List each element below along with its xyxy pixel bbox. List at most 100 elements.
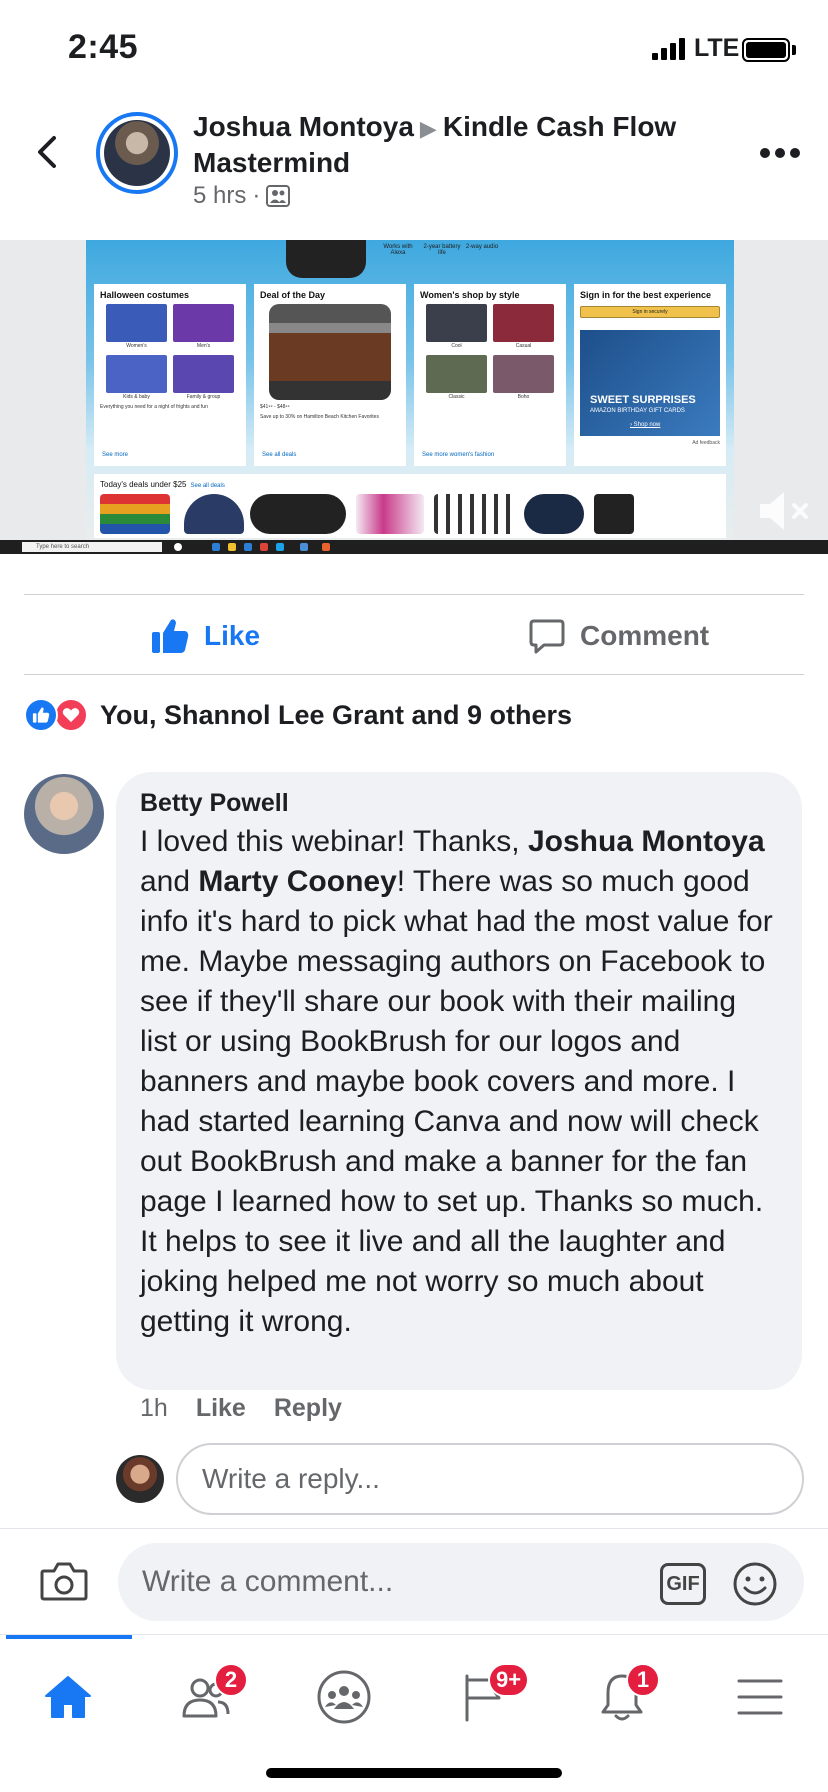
deal-product-image xyxy=(434,494,514,534)
tab-menu[interactable] xyxy=(716,1653,804,1741)
comment-time: 1h xyxy=(140,1394,168,1422)
comment-like-button[interactable]: Like xyxy=(196,1394,246,1423)
reactions-text: You, Shannol Lee Grant and 9 others xyxy=(100,699,573,730)
post-time[interactable]: 5 hrs xyxy=(193,182,246,210)
comment-button[interactable]: Comment xyxy=(528,612,709,660)
back-icon[interactable] xyxy=(28,132,68,172)
post-image[interactable]: Works with Alexa 2-year battery life 2-w… xyxy=(0,240,828,554)
card-note: Everything you need for a night of frigh… xyxy=(100,404,208,410)
battery-icon xyxy=(742,38,790,62)
feature-label: 2-way audio xyxy=(465,244,499,250)
my-avatar xyxy=(116,1455,164,1503)
deals-title-text: Today's deals under $25 xyxy=(100,480,187,489)
thumb-image xyxy=(173,304,234,342)
taskbar-icon xyxy=(212,543,220,551)
deal-product-image xyxy=(594,494,634,534)
card-halloween: Halloween costumes Women's Men's Kids & … xyxy=(94,284,246,466)
comment-text-part: and xyxy=(140,865,199,898)
card-title: Halloween costumes xyxy=(100,290,190,300)
feature-label: Works with Alexa xyxy=(383,244,413,256)
thumb-caption: Classic xyxy=(448,394,465,400)
post-title: Joshua Montoya ▶ Kindle Cash Flow Mastermi… xyxy=(193,110,733,180)
pages-badge: 9+ xyxy=(488,1663,530,1697)
comment-meta: 1h Like Reply xyxy=(140,1394,342,1423)
mention-link[interactable]: Joshua Montoya xyxy=(528,825,765,858)
smile-icon[interactable] xyxy=(732,1561,778,1607)
more-icon[interactable] xyxy=(760,148,800,160)
commenter-avatar[interactable] xyxy=(24,774,104,854)
card-title: Deal of the Day xyxy=(260,290,326,300)
home-icon xyxy=(45,1676,91,1718)
tab-friends[interactable]: 2 xyxy=(162,1653,250,1741)
camera-icon[interactable] xyxy=(40,1559,88,1603)
thumb-caption: Boho xyxy=(517,394,530,400)
menu-icon xyxy=(737,1679,783,1715)
mute-icon[interactable] xyxy=(756,488,810,534)
card-link: See more xyxy=(102,452,129,458)
thumb-caption: Men's xyxy=(196,343,211,349)
thumb-image xyxy=(106,355,167,393)
meta-separator: · xyxy=(252,182,261,209)
gift-card-promo: SWEET SURPRISES AMAZON BIRTHDAY GIFT CAR… xyxy=(580,330,720,436)
like-thumb-icon xyxy=(152,619,189,653)
taskbar-icon xyxy=(260,543,268,551)
card-note: Save up to 30% on Hamilton Beach Kitchen… xyxy=(260,414,379,420)
deal-product-image xyxy=(100,494,170,534)
reply-input[interactable]: Write a reply... xyxy=(176,1443,804,1515)
comment-author[interactable]: Betty Powell xyxy=(140,786,778,820)
like-label: Like xyxy=(204,620,261,651)
thumb-image xyxy=(426,355,487,393)
grill-product-image xyxy=(269,304,391,400)
promo-subtitle: AMAZON BIRTHDAY GIFT CARDS xyxy=(590,408,685,414)
groups-icon xyxy=(317,1670,371,1724)
author-name[interactable]: Joshua Montoya xyxy=(193,111,414,142)
card-link: See more women's fashion xyxy=(422,452,495,458)
notifications-badge: 1 xyxy=(626,1663,660,1697)
taskbar-icon xyxy=(228,543,236,551)
taskbar-icon xyxy=(322,543,330,551)
divider xyxy=(24,674,804,675)
love-reaction-icon xyxy=(54,698,88,732)
camera-product-image xyxy=(286,240,366,278)
comment-composer: Write a comment... GIF xyxy=(0,1528,828,1634)
arrow-right-icon: ▶ xyxy=(419,116,437,141)
taskbar-icon xyxy=(276,543,284,551)
sign-in-button: Sign in securely xyxy=(580,306,720,318)
comment-text-part: ! There was so much good info it's hard … xyxy=(140,865,773,1338)
group-icon xyxy=(266,185,291,207)
tab-home[interactable] xyxy=(24,1653,112,1741)
deal-product-image xyxy=(184,494,244,534)
card-sign-in: Sign in for the best experience Sign in … xyxy=(574,284,726,466)
taskbar-icon xyxy=(244,543,252,551)
active-tab-indicator xyxy=(6,1635,132,1639)
deal-price: $41⁹⁹ - $48⁹⁹ xyxy=(260,404,290,410)
comment-text-part: I loved this webinar! Thanks, xyxy=(140,825,528,858)
card-womens-style: Women's shop by style Cool Casual Classi… xyxy=(414,284,566,466)
deals-link: See all deals xyxy=(190,483,225,489)
deal-product-image xyxy=(524,494,584,534)
card-title: Sign in for the best experience xyxy=(580,290,712,300)
mention-link[interactable]: Marty Cooney xyxy=(198,865,396,898)
todays-deals-strip: Today's deals under $25 See all deals xyxy=(94,474,726,538)
tab-groups[interactable] xyxy=(300,1653,388,1741)
deals-title: Today's deals under $25 See all deals xyxy=(100,480,720,489)
signal-icon xyxy=(652,38,686,60)
card-deal-of-the-day: Deal of the Day $41⁹⁹ - $48⁹⁹ Save up to… xyxy=(254,284,406,466)
tab-notifications[interactable]: 1 xyxy=(578,1653,666,1741)
gif-icon[interactable]: GIF xyxy=(660,1563,706,1605)
comment-text: I loved this webinar! Thanks, Joshua Mon… xyxy=(140,822,778,1342)
thumb-image xyxy=(493,304,554,342)
feature-label: 2-year battery life xyxy=(423,244,461,256)
divider xyxy=(24,594,804,595)
deal-product-image xyxy=(356,494,424,534)
tab-pages[interactable]: 9+ xyxy=(440,1653,530,1741)
thumb-caption: Cool xyxy=(451,343,462,349)
like-button[interactable]: Like xyxy=(150,612,260,660)
reactions-summary[interactable]: You, Shannol Lee Grant and 9 others xyxy=(24,698,572,732)
author-avatar[interactable] xyxy=(96,112,178,194)
comment-reply-button[interactable]: Reply xyxy=(274,1394,342,1423)
status-bar: 2:45 LTE xyxy=(0,0,828,96)
card-title: Women's shop by style xyxy=(420,290,520,300)
comment-label: Comment xyxy=(580,620,710,651)
thumb-image xyxy=(173,355,234,393)
